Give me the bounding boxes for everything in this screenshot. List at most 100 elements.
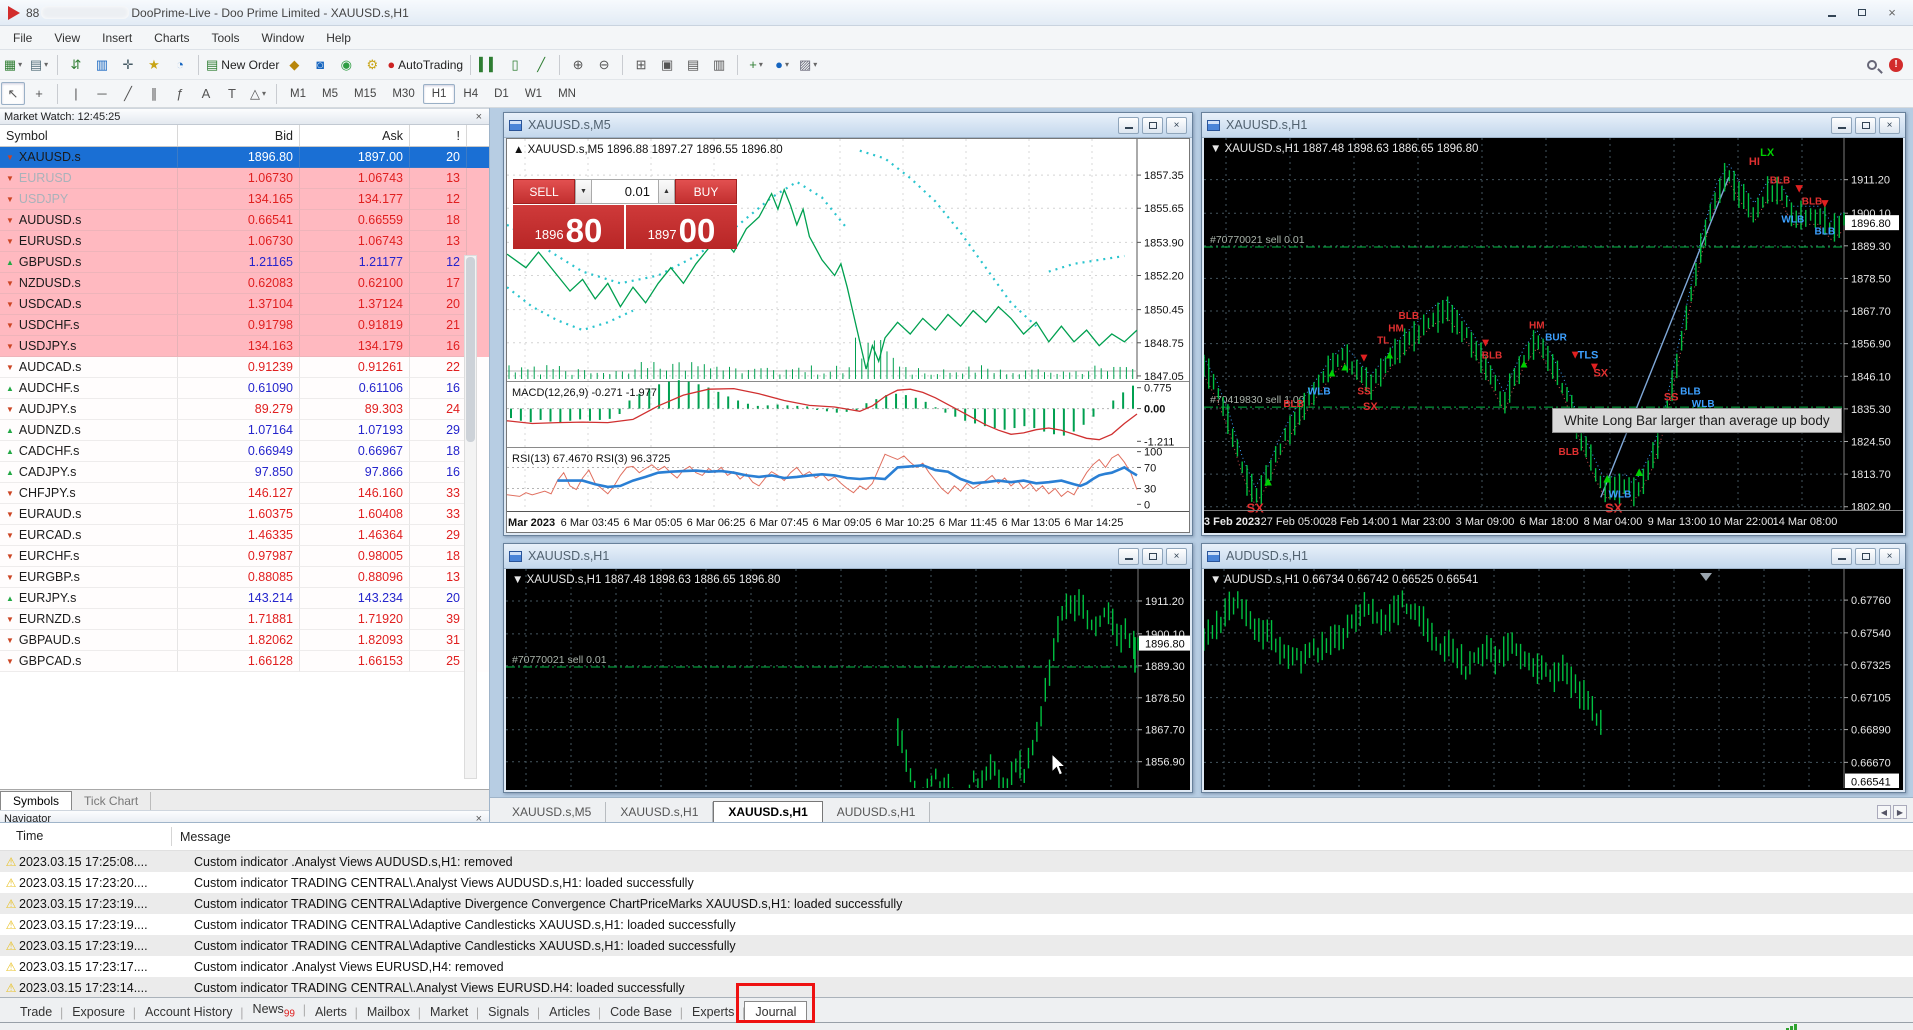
signals-icon[interactable]: ◉	[334, 53, 358, 76]
sell-button[interactable]: SELL	[513, 179, 575, 204]
market-watch-col-1[interactable]: Bid	[178, 125, 300, 146]
terminal-tab-exposure[interactable]: Exposure|	[62, 1002, 135, 1022]
chart-minimize-button[interactable]	[1118, 117, 1139, 134]
strategy-tester-icon[interactable]: ◔	[168, 53, 192, 76]
data-window-toggle-icon[interactable]: ▥	[90, 53, 114, 76]
candlestick-mode-icon[interactable]: ▯	[503, 53, 527, 76]
timeframe-button-mn[interactable]: MN	[550, 85, 584, 103]
market-watch-row[interactable]: ▼EURCAD.s1.463351.4636429	[0, 525, 489, 546]
text-tool-icon[interactable]: A	[194, 82, 218, 105]
market-watch-row[interactable]: ▼GBPAUD.s1.820621.8209331	[0, 630, 489, 651]
chart-minimize-button[interactable]	[1831, 548, 1852, 565]
journal-row[interactable]: ⚠2023.03.15 17:25:08....Custom indicator…	[0, 851, 1913, 872]
window-close-button[interactable]: ×	[1877, 3, 1907, 23]
metaeditor-icon[interactable]: ◆	[282, 53, 306, 76]
chart-close-button[interactable]: ×	[1879, 117, 1900, 134]
crosshair-tool-icon[interactable]: +	[27, 82, 51, 105]
terminal-tab-market[interactable]: Market|	[420, 1002, 478, 1022]
volume-input[interactable]: 0.01	[592, 179, 658, 204]
menu-file[interactable]: File	[2, 28, 43, 48]
market-watch-row[interactable]: ▲CADCHF.s0.669490.6696718	[0, 441, 489, 462]
market-watch-row[interactable]: ▼AUDCAD.s0.912390.9126122	[0, 357, 489, 378]
journal-row[interactable]: ⚠2023.03.15 17:23:20....Custom indicator…	[0, 872, 1913, 893]
market-watch-row[interactable]: ▲EURJPY.s143.214143.23420	[0, 588, 489, 609]
window-minimize-button[interactable]	[1817, 3, 1847, 23]
new-order-button[interactable]: ▤New Order	[205, 53, 280, 76]
market-watch-row[interactable]: ▼USDCAD.s1.371041.3712420	[0, 294, 489, 315]
timeframe-button-m15[interactable]: M15	[346, 85, 384, 103]
new-chart-icon[interactable]: ▦▾	[1, 53, 25, 76]
zoom-out-icon[interactable]: ⊖	[592, 53, 616, 76]
market-watch-row[interactable]: ▼EURAUD.s1.603751.6040833	[0, 504, 489, 525]
terminal-tab-mailbox[interactable]: Mailbox|	[357, 1002, 420, 1022]
chart-body[interactable]: 1857.351855.651853.901852.201850.451848.…	[506, 138, 1190, 533]
market-watch-col-2[interactable]: Ask	[300, 125, 410, 146]
line-chart-mode-icon[interactable]: ╱	[529, 53, 553, 76]
market-watch-row[interactable]: ▼EURUSD.s1.067301.0674313	[0, 231, 489, 252]
market-watch-row[interactable]: ▼USDCHF.s0.917980.9181921	[0, 315, 489, 336]
market-watch-tab-symbols[interactable]: Symbols	[0, 791, 72, 811]
terminal-tab-alerts[interactable]: Alerts|	[305, 1002, 357, 1022]
market-watch-row[interactable]: ▼XAUUSD.s1896.801897.0020	[0, 147, 489, 168]
market-watch-row[interactable]: ▼AUDJPY.s89.27989.30324	[0, 399, 489, 420]
chart-window-title-bar[interactable]: XAUUSD.s,M5×	[504, 113, 1192, 138]
chart-close-button[interactable]: ×	[1879, 548, 1900, 565]
menu-tools[interactable]: Tools	[201, 28, 251, 48]
search-icon[interactable]	[1867, 60, 1877, 70]
timeframe-button-m30[interactable]: M30	[384, 85, 422, 103]
market-watch-close-icon[interactable]: ×	[473, 111, 485, 123]
menu-insert[interactable]: Insert	[91, 28, 143, 48]
vertical-line-tool-icon[interactable]: |	[64, 82, 88, 105]
market-watch-row[interactable]: ▼EURNZD.s1.718811.7192039	[0, 609, 489, 630]
chart-close-button[interactable]: ×	[1166, 117, 1187, 134]
market-watch-row[interactable]: ▼EURUSD1.067301.0674313	[0, 168, 489, 189]
cascade-windows-icon[interactable]: ▣	[655, 53, 679, 76]
window-maximize-button[interactable]	[1847, 3, 1877, 23]
market-watch-row[interactable]: ▼USDJPY.s134.163134.17916	[0, 336, 489, 357]
expert-advisor-icon[interactable]: ◙	[308, 53, 332, 76]
timeframe-button-d1[interactable]: D1	[486, 85, 517, 103]
market-watch-scrollbar[interactable]	[464, 255, 477, 779]
timeframe-button-w1[interactable]: W1	[517, 85, 550, 103]
volume-down-stepper[interactable]: ▼	[575, 179, 592, 204]
market-watch-row[interactable]: ▼NZDUSD.s0.620830.6210017	[0, 273, 489, 294]
notification-icon[interactable]: !	[1889, 58, 1903, 72]
autotrading-button[interactable]: ●AutoTrading	[386, 53, 464, 76]
terminal-tab-signals[interactable]: Signals|	[478, 1002, 539, 1022]
sell-price-button[interactable]: 189680	[513, 205, 624, 249]
chart-close-button[interactable]: ×	[1166, 548, 1187, 565]
indicator-list-icon[interactable]: ●▾	[770, 53, 794, 76]
market-watch-row[interactable]: ▲CADJPY.s97.85097.86616	[0, 462, 489, 483]
market-watch-col-0[interactable]: Symbol	[0, 125, 178, 146]
terminal-tab-code-base[interactable]: Code Base|	[600, 1002, 682, 1022]
chart-minimize-button[interactable]	[1831, 117, 1852, 134]
timeframe-button-m1[interactable]: M1	[282, 85, 314, 103]
chart-window-title-bar[interactable]: XAUUSD.s,H1×	[504, 544, 1192, 569]
indicators-add-icon[interactable]: +▾	[744, 53, 768, 76]
channel-tool-icon[interactable]: ∥	[142, 82, 166, 105]
market-watch-row[interactable]: ▼USDJPY134.165134.17712	[0, 189, 489, 210]
journal-row[interactable]: ⚠2023.03.15 17:23:17....Custom indicator…	[0, 956, 1913, 977]
shapes-tool-icon[interactable]: △▾	[246, 82, 270, 105]
terminal-tab-news[interactable]: News99|	[243, 999, 305, 1023]
market-watch-row[interactable]: ▼AUDUSD.s0.665410.6655918	[0, 210, 489, 231]
menu-help[interactable]: Help	[315, 28, 362, 48]
menu-charts[interactable]: Charts	[143, 28, 200, 48]
chart-restore-button[interactable]	[1142, 548, 1163, 565]
timeframe-button-m5[interactable]: M5	[314, 85, 346, 103]
market-watch-row[interactable]: ▲GBPUSD.s1.211651.2117712	[0, 252, 489, 273]
bar-chart-mode-icon[interactable]: ▍▍	[477, 53, 501, 76]
chart-tab-2[interactable]: XAUUSD.s,H1	[713, 801, 822, 823]
journal-row[interactable]: ⚠2023.03.15 17:23:19....Custom indicator…	[0, 935, 1913, 956]
journal-row[interactable]: ⚠2023.03.15 17:23:19....Custom indicator…	[0, 893, 1913, 914]
objects-list-icon[interactable]: ▨▾	[796, 53, 820, 76]
tile-horizontal-icon[interactable]: ▤	[681, 53, 705, 76]
market-watch-row[interactable]: ▲AUDCHF.s0.610900.6110616	[0, 378, 489, 399]
zoom-in-icon[interactable]: ⊕	[566, 53, 590, 76]
chart-tab-3[interactable]: AUDUSD.s,H1	[823, 802, 931, 822]
label-tool-icon[interactable]: T	[220, 82, 244, 105]
scroll-right-icon[interactable]: ▶	[1893, 805, 1907, 819]
chart-window-title-bar[interactable]: AUDUSD.s,H1×	[1202, 544, 1905, 569]
chart-tab-1[interactable]: XAUUSD.s,H1	[606, 802, 713, 822]
trendline-tool-icon[interactable]: ╱	[116, 82, 140, 105]
